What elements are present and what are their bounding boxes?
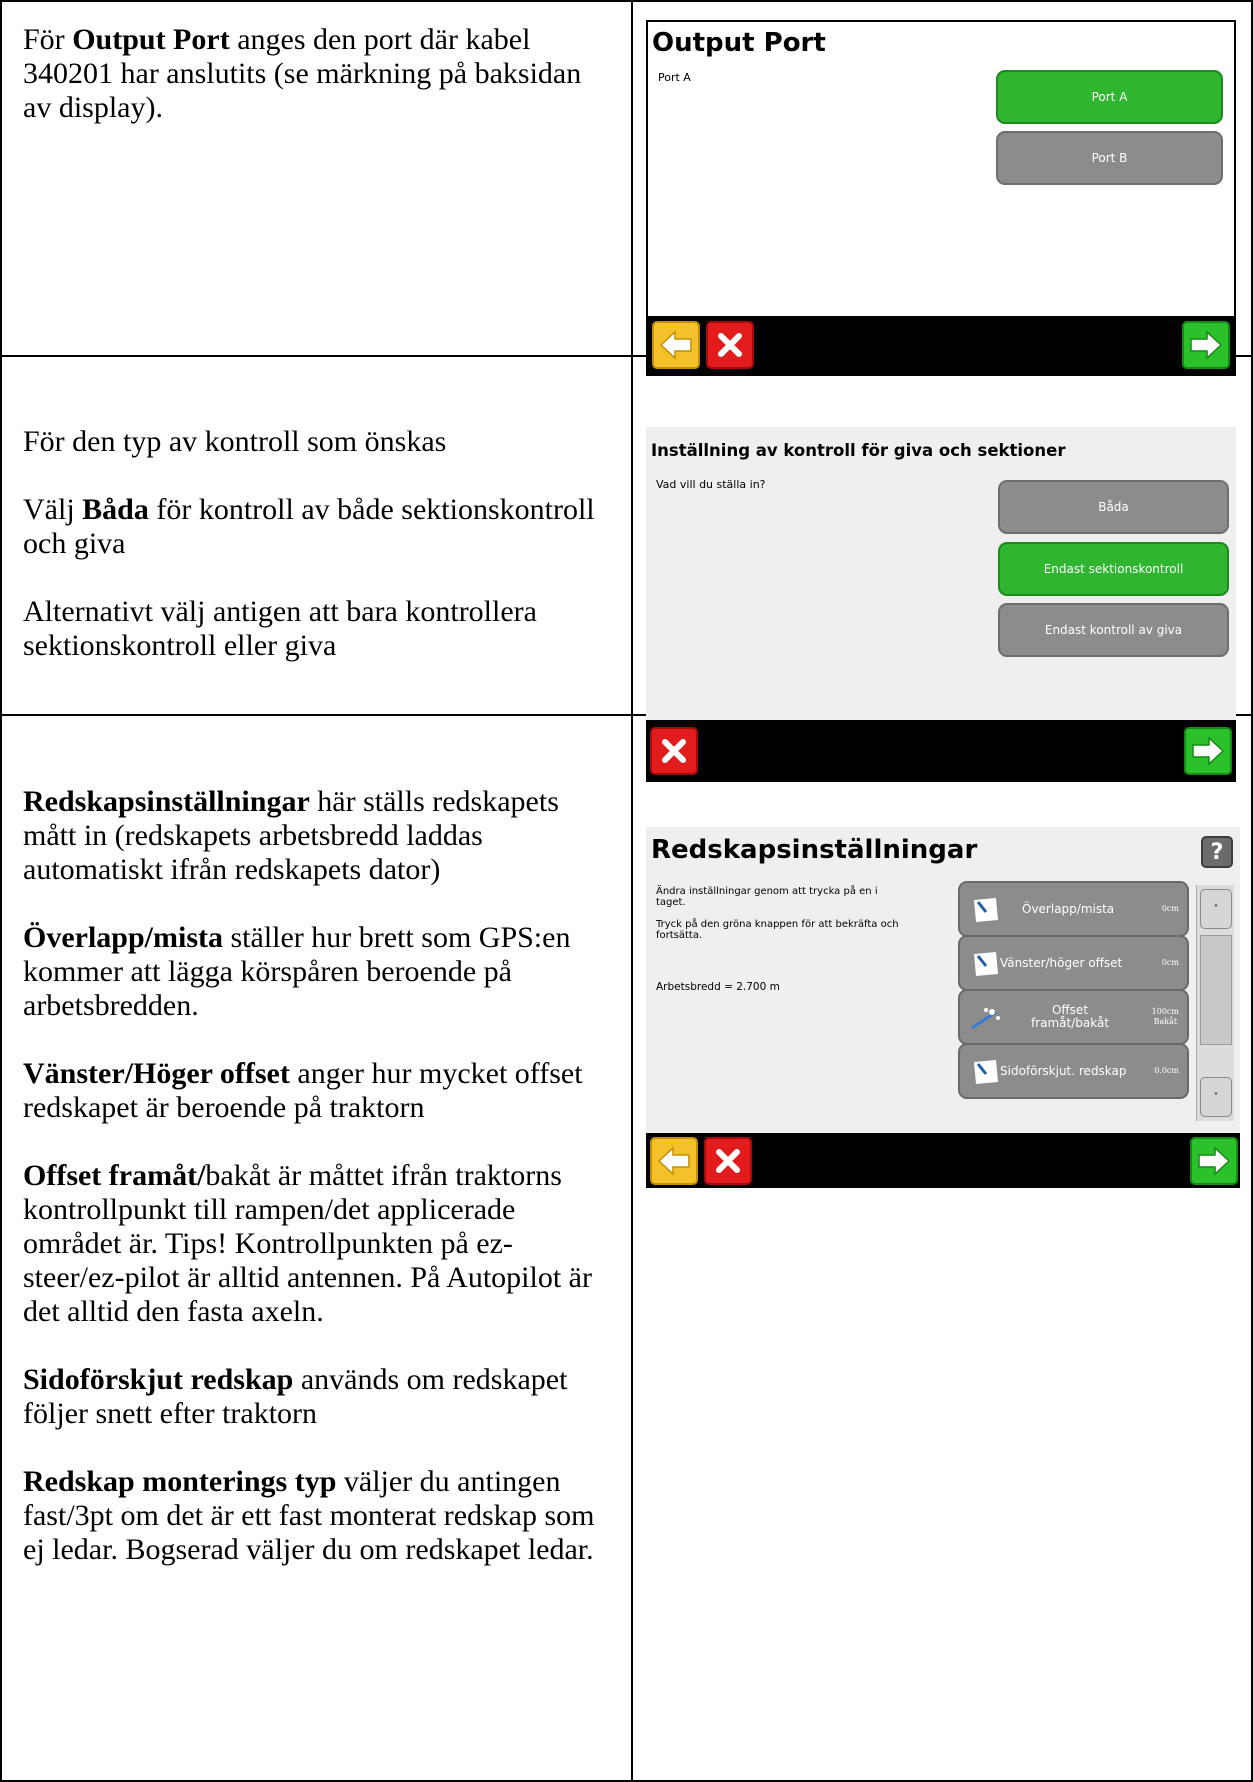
bold-term: Output Port [72,23,230,56]
screen-title: Inställning av kontroll för giva och sek… [651,441,1066,460]
setting-label: Överlapp/mista [1022,902,1115,916]
implement-settings-screen: Redskapsinställningar ? Ändra inställnin… [646,827,1240,1188]
edit-note-icon [974,952,998,976]
row1-description: För Output Port anges den port där kabel… [23,23,613,125]
control-type-screen: Inställning av kontroll för giva och sek… [646,427,1236,782]
paragraph: Vänster/Höger offset anger hur mycket of… [23,1057,613,1125]
screen-title: Redskapsinställningar [651,835,978,865]
help-icon: ? [1210,839,1224,865]
scroll-up-button[interactable]: ˄ [1200,889,1232,929]
back-button[interactable] [650,1137,698,1185]
cancel-button[interactable] [704,1137,752,1185]
setting-value: 0.0cm [1154,1066,1179,1075]
text-run: För [23,23,73,56]
paragraph: Överlapp/mista ställer hur brett som GPS… [23,921,613,1023]
bottom-toolbar [646,720,1236,782]
bold-term: Redskap monterings typ [23,1465,337,1498]
next-arrow-icon [1198,1146,1231,1176]
text-run: Alternativt välj antigen att bara kontro… [23,595,537,662]
row2-description: För den typ av kontroll som önskas Välj B… [23,425,613,663]
cancel-x-icon [718,333,742,357]
tractor-offset-icon [971,1008,1000,1030]
bold-term: Offset framåt/ [23,1159,206,1192]
left-right-offset-button[interactable]: Vänster/höger offset 0cm [958,935,1189,991]
chevron-up-icon: ˄ [1213,903,1219,915]
paragraph: För Output Port anges den port där kabel… [23,23,613,125]
row3-description: Redskapsinställningar här ställs redskap… [23,785,613,1567]
scroll-down-button[interactable]: ˅ [1200,1077,1232,1117]
setting-value: 0cm [1161,904,1179,913]
setting-label: Offset framåt/bakåt [1030,1003,1110,1030]
back-button[interactable] [652,321,700,369]
setting-label: Vänster/höger offset [1000,956,1123,970]
help-button[interactable]: ? [1201,836,1233,868]
next-arrow-icon [1192,736,1225,766]
setting-value-direction: Bakåt [1153,1017,1178,1026]
bold-term: Redskapsinställningar [23,785,310,818]
text-run: För den typ av kontroll som önskas [23,425,447,458]
bottom-toolbar [648,316,1234,374]
cancel-button[interactable] [650,727,698,775]
next-button[interactable] [1184,727,1232,775]
setting-value-distance: 100cm [1151,1007,1179,1016]
section-control-only-button[interactable]: Endast sektionskontroll [998,542,1229,596]
current-port-label: Port A [658,71,691,84]
setting-value: 0cm [1161,958,1179,967]
bold-term: Båda [82,493,149,526]
port-a-button[interactable]: Port A [996,70,1223,124]
next-arrow-icon [1190,330,1223,360]
output-port-screen: Output Port Port A Port A Port B [646,20,1236,376]
instructions-text-1: Ändra inställningar genom att trycka på … [656,886,878,908]
work-width-readout: Arbetsbredd = 2.700 m [656,981,780,993]
setting-value: 100cm Bakåt [1152,991,1179,1043]
screen-title: Output Port [652,28,826,58]
table-border-left [0,0,2,1782]
edit-note-icon [974,1060,998,1084]
screen-prompt: Vad vill du ställa in? [656,478,766,491]
paragraph: Alternativt välj antigen att bara kontro… [23,595,613,663]
cancel-x-icon [662,739,686,763]
back-arrow-icon [657,1146,690,1176]
settings-scrollbar[interactable]: ˄ ˅ [1196,885,1234,1121]
rate-control-only-button[interactable]: Endast kontroll av giva [998,603,1229,657]
back-arrow-icon [659,330,692,360]
chevron-down-icon: ˅ [1213,1091,1219,1103]
paragraph: Redskap monterings typ väljer du antinge… [23,1465,613,1567]
bold-term: Vänster/Höger offset [23,1057,290,1090]
table-border-top [0,0,1253,2]
paragraph: För den typ av kontroll som önskas [23,425,613,459]
next-button[interactable] [1190,1137,1238,1185]
forward-backward-offset-button[interactable]: Offset framåt/bakåt 100cm Bakåt [958,989,1189,1045]
bottom-toolbar [646,1133,1240,1188]
next-button[interactable] [1182,321,1230,369]
both-button[interactable]: Båda [998,480,1229,534]
setting-label: Sidoförskjut. redskap [1000,1064,1127,1078]
text-run: Välj [23,493,83,526]
bold-term: Överlapp/mista [23,921,223,954]
paragraph: Sidoförskjut redskap används om redskape… [23,1363,613,1431]
paragraph: Redskapsinställningar här ställs redskap… [23,785,613,887]
column-divider [631,0,633,1782]
port-b-button[interactable]: Port B [996,131,1223,185]
side-shift-button[interactable]: Sidoförskjut. redskap 0.0cm [958,1043,1189,1099]
cancel-button[interactable] [706,321,754,369]
paragraph: Offset framåt/bakåt är måttet ifrån trak… [23,1159,613,1329]
overlap-button[interactable]: Överlapp/mista 0cm [958,881,1189,937]
cancel-x-icon [716,1149,740,1173]
scroll-thumb[interactable] [1200,935,1232,1045]
edit-note-icon [974,898,998,922]
bold-term: Sidoförskjut redskap [23,1363,294,1396]
paragraph: Välj Båda för kontroll av både sektionsk… [23,493,613,561]
instructions-text-2: Tryck på den gröna knappen för att bekrä… [656,919,899,941]
